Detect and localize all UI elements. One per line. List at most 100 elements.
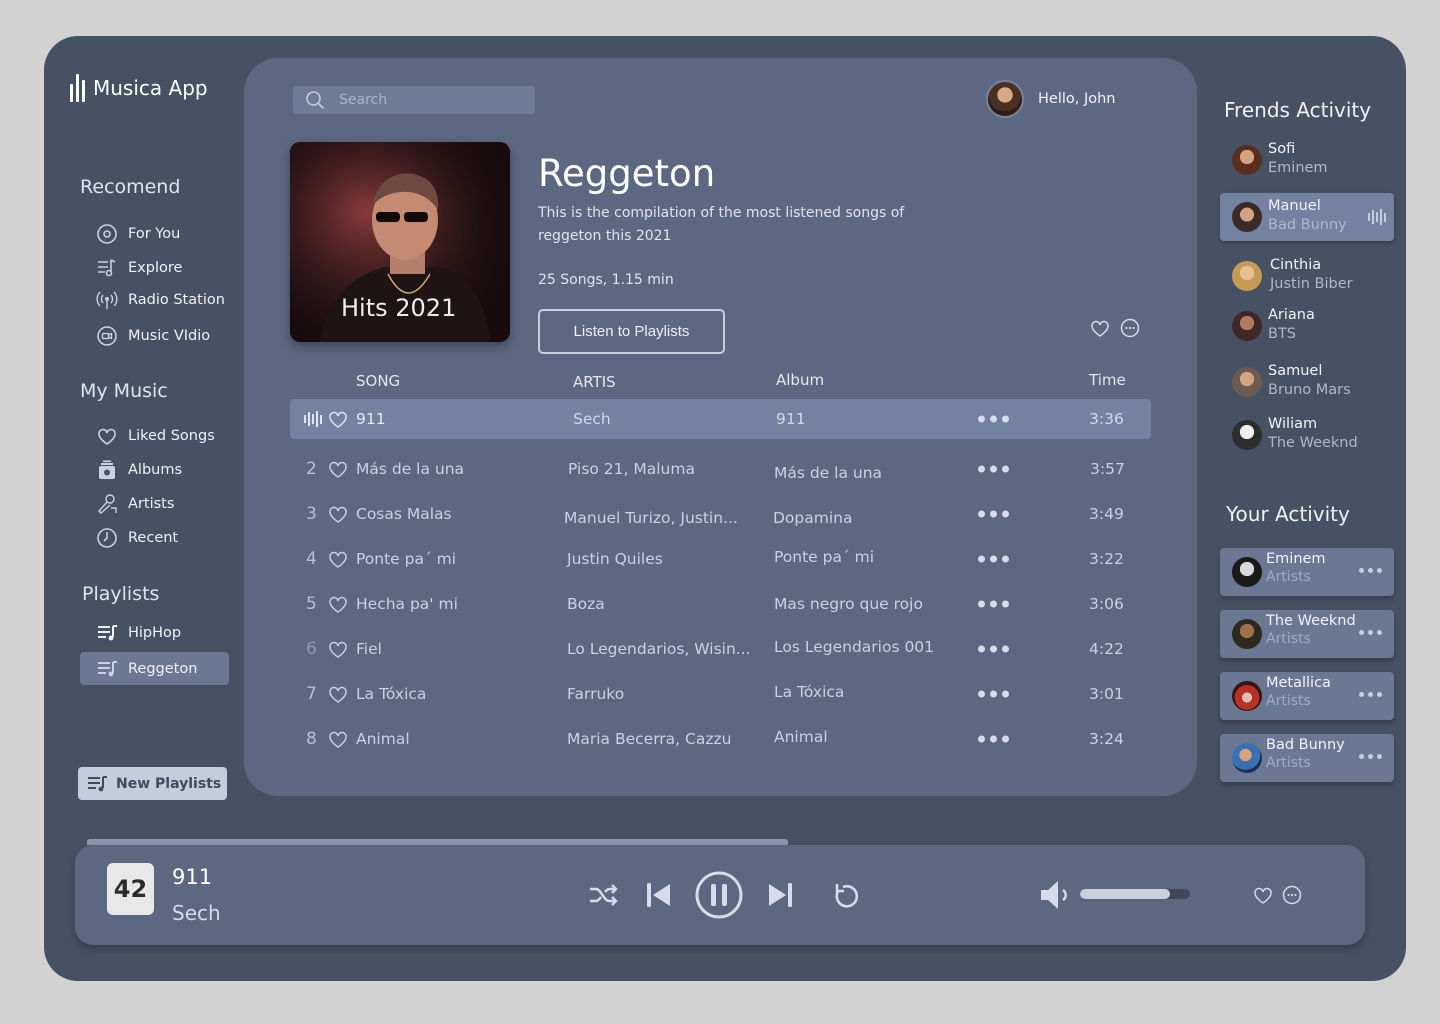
listen-playlist-button[interactable]: Listen to Playlists [538, 309, 725, 354]
avatar [1232, 681, 1262, 711]
previous-icon[interactable] [645, 881, 673, 909]
more-icon[interactable] [978, 645, 1009, 653]
song-album: Animal [774, 728, 828, 746]
heart-icon [98, 428, 116, 445]
nav-recent[interactable]: Recent [96, 526, 178, 550]
nav-playlist-reggeton[interactable]: Reggeton [80, 652, 229, 685]
friend-listening: Justin Biber [1270, 276, 1353, 292]
heart-icon[interactable] [327, 728, 349, 750]
more-icon[interactable] [978, 690, 1009, 698]
table-row[interactable]: 5 Hecha pa' mi Boza Mas negro que rojo 3… [290, 584, 1151, 624]
friend-item[interactable]: Wiliam The Weeknd [1220, 411, 1394, 459]
more-icon[interactable] [1359, 568, 1382, 573]
avatar [1232, 557, 1262, 587]
friend-item[interactable]: Sofi Eminem [1220, 136, 1394, 184]
avatar[interactable] [986, 80, 1024, 118]
more-icon[interactable] [978, 465, 1009, 473]
search-input[interactable] [339, 92, 509, 108]
more-circle-icon[interactable] [1281, 884, 1303, 906]
search-bar[interactable] [293, 86, 535, 114]
more-circle-icon[interactable] [1119, 317, 1141, 339]
activity-item[interactable]: Metallica Artists [1220, 672, 1394, 720]
column-header-song[interactable]: SONG [356, 372, 400, 390]
heart-icon[interactable] [327, 503, 349, 525]
heart-icon[interactable] [327, 458, 349, 480]
activity-item[interactable]: The Weeknd Artists [1220, 610, 1394, 658]
friend-item[interactable]: Manuel Bad Bunny [1220, 193, 1394, 241]
nav-for-you[interactable]: For You [96, 222, 180, 246]
playlist-cover[interactable]: Hits 2021 [290, 142, 510, 342]
song-album: La Tóxica [774, 683, 845, 701]
more-icon[interactable] [978, 555, 1009, 563]
user-profile[interactable]: Hello, John [986, 80, 1116, 118]
playlist-description: This is the compilation of the most list… [538, 205, 905, 244]
now-playing-artist: Sech [172, 901, 221, 925]
song-time: 3:22 [1089, 550, 1124, 568]
friend-listening: Eminem [1268, 160, 1328, 176]
heart-icon[interactable] [1252, 884, 1274, 906]
new-playlist-button[interactable]: New Playlists [78, 767, 227, 800]
column-header-album[interactable]: Album [776, 371, 824, 389]
more-icon[interactable] [978, 415, 1009, 423]
activity-item[interactable]: Bad Bunny Artists [1220, 734, 1394, 782]
more-icon[interactable] [978, 510, 1009, 518]
nav-label: Music VIdio [128, 328, 211, 344]
avatar [1232, 261, 1262, 291]
next-icon[interactable] [766, 881, 794, 909]
more-icon[interactable] [1359, 692, 1382, 697]
friend-item[interactable]: Cinthia Justin Biber [1220, 252, 1394, 300]
volume-slider[interactable] [1080, 889, 1190, 899]
activity-type: Artists [1266, 569, 1311, 585]
activity-item[interactable]: Eminem Artists [1220, 548, 1394, 596]
nav-label: Radio Station [128, 292, 225, 308]
nav-liked-songs[interactable]: Liked Songs [96, 424, 215, 448]
table-row[interactable]: 2 Más de la una Piso 21, Maluma Más de l… [290, 449, 1151, 489]
song-album: Los Legendarios 001 [774, 638, 935, 656]
more-icon[interactable] [1359, 630, 1382, 635]
app-logo[interactable]: Musica App [70, 74, 208, 102]
more-icon[interactable] [978, 600, 1009, 608]
friend-listening: The Weeknd [1268, 435, 1358, 451]
shuffle-icon[interactable] [588, 882, 618, 908]
heart-icon[interactable] [327, 638, 349, 660]
table-row[interactable]: 6 Fiel Lo Legendarios, Wisin... Los Lege… [290, 629, 1151, 669]
table-row[interactable]: 911 Sech 911 3:36 [290, 399, 1151, 439]
nav-explore[interactable]: Explore [96, 256, 182, 280]
volume-icon[interactable] [1038, 878, 1072, 912]
nav-albums[interactable]: Albums [96, 458, 182, 482]
heart-icon[interactable] [327, 593, 349, 615]
more-icon[interactable] [978, 735, 1009, 743]
player-bar: 42 911 Sech [75, 845, 1365, 945]
table-row[interactable]: 4 Ponte pa´ mi Justin Quiles Ponte pa´ m… [290, 539, 1151, 579]
clock-icon [97, 528, 117, 548]
friend-listening: Bruno Mars [1268, 382, 1351, 398]
heart-icon[interactable] [327, 548, 349, 570]
nav-artists[interactable]: Artists [96, 492, 174, 516]
repeat-icon[interactable] [833, 881, 861, 909]
column-header-artist[interactable]: ARTIS [573, 373, 616, 391]
heart-icon[interactable] [327, 408, 349, 430]
nav-playlist-hiphop[interactable]: HipHop [96, 621, 181, 645]
nav-radio-station[interactable]: Radio Station [96, 288, 225, 312]
more-icon[interactable] [1359, 754, 1382, 759]
song-artist: Piso 21, Maluma [568, 460, 695, 478]
heart-icon[interactable] [327, 683, 349, 705]
nav-music-video[interactable]: Music VIdio [96, 324, 210, 348]
playlist-actions [1089, 317, 1141, 339]
track-number: 3 [306, 504, 317, 524]
pause-icon[interactable] [694, 870, 744, 920]
avatar [1232, 367, 1262, 397]
friend-name: Wiliam [1268, 416, 1318, 432]
heart-icon[interactable] [1089, 317, 1111, 339]
friend-item[interactable]: Samuel Bruno Mars [1220, 358, 1394, 406]
column-header-time[interactable]: Time [1089, 371, 1126, 389]
song-title: 911 [356, 410, 386, 428]
nav-label: Albums [128, 462, 183, 478]
table-row[interactable]: 7 La Tóxica Farruko La Tóxica 3:01 [290, 674, 1151, 714]
avatar [1232, 619, 1262, 649]
friend-item[interactable]: Ariana BTS [1220, 302, 1394, 350]
table-row[interactable]: 8 Animal Maria Becerra, Cazzu Animal 3:2… [290, 719, 1151, 759]
playlist-title: Reggeton [538, 152, 716, 195]
table-row[interactable]: 3 Cosas Malas Manuel Turizo, Justin... D… [290, 494, 1151, 534]
now-playing-cover[interactable]: 42 [107, 863, 154, 915]
